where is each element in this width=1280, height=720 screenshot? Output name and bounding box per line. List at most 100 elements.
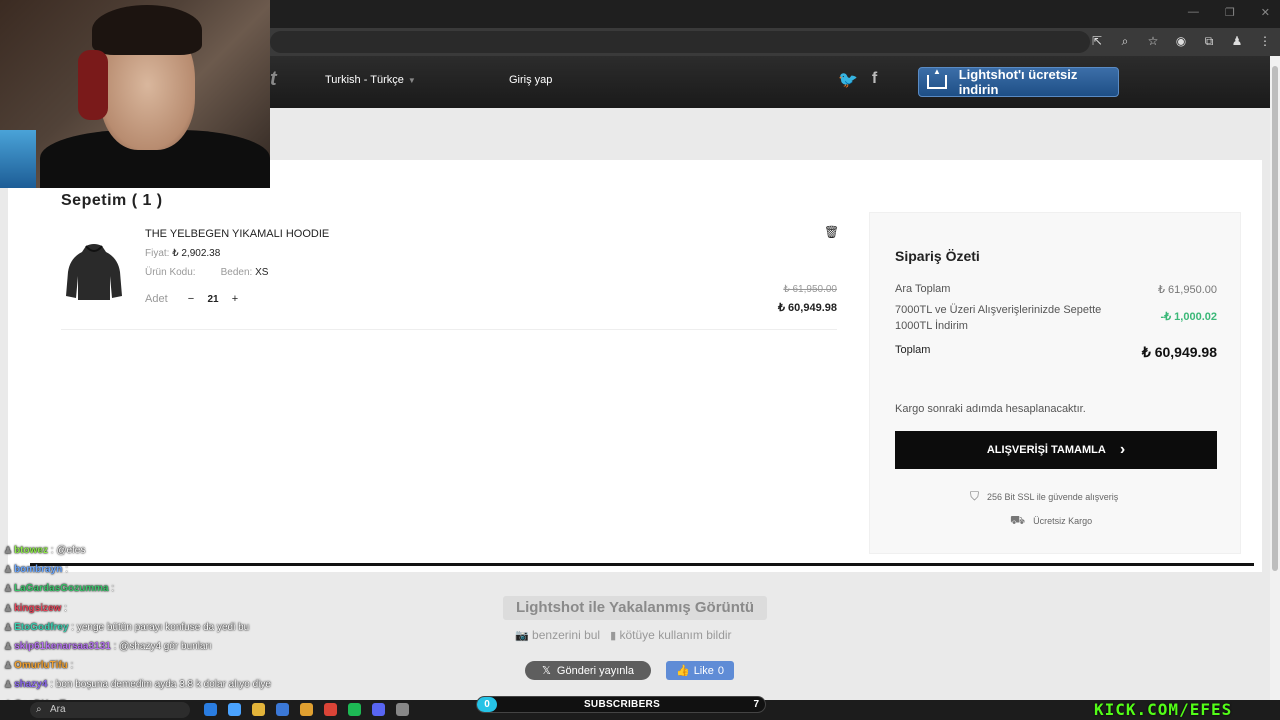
checkout-button-label: ALIŞVERİŞİ TAMAMLA xyxy=(986,444,1106,456)
chat-username[interactable]: btowez xyxy=(14,545,48,556)
size-value: XS xyxy=(255,267,269,278)
chevron-down-icon: ▼ xyxy=(407,76,416,85)
screenshot-image: Sepetim ( 1 ) THE YELBEGEN YIKAMALI HOOD… xyxy=(8,160,1262,572)
chat-message: ♟ shazy4 : bon boşuna demedim ayda 3.8 k … xyxy=(4,675,304,694)
summary-title: Sipariş Özeti xyxy=(895,248,980,264)
chat-username[interactable]: LaGardasGozumma xyxy=(14,583,108,594)
chat-separator: : xyxy=(62,564,68,576)
quantity-stepper: Adet − 21 + xyxy=(145,293,241,305)
edge-icon[interactable] xyxy=(228,703,241,716)
user-badge-icon: ♟ xyxy=(4,602,13,613)
discount-value: -₺ 1,000.02 xyxy=(1160,311,1217,323)
size-label: Beden: xyxy=(220,267,253,278)
subtotal-row: Ara Toplam ₺ 61,950.00 xyxy=(895,283,1217,296)
lightshot-logo[interactable]: t xyxy=(270,68,277,91)
facebook-like-button[interactable]: 👍 Like 0 xyxy=(666,661,734,680)
discord-icon[interactable] xyxy=(372,703,385,716)
increase-quantity-button[interactable]: + xyxy=(229,293,241,305)
page-scrollbar[interactable] xyxy=(1270,56,1280,700)
trash-icon[interactable]: 🗑 xyxy=(824,225,839,239)
chat-message-text: yenge bütün parayı konfuse da yedi bu xyxy=(76,621,250,633)
minimize-button[interactable]: — xyxy=(1188,6,1199,19)
kick-channel-url: KICK.COM/EFES xyxy=(1094,700,1233,719)
install-app-icon[interactable]: ⇱ xyxy=(1090,34,1104,49)
spotify-icon[interactable] xyxy=(348,703,361,716)
chat-separator: : xyxy=(47,679,56,691)
download-button[interactable]: Lightshot'ı ücretsiz indirin xyxy=(918,67,1119,97)
chrome-icon[interactable] xyxy=(324,703,337,716)
settings-icon[interactable] xyxy=(396,703,409,716)
total-row: Toplam ₺ 60,949.98 xyxy=(895,344,1217,361)
discounted-line-total: ₺ 60,949.98 xyxy=(778,302,837,314)
user-badge-icon: ♟ xyxy=(4,583,13,594)
menu-icon[interactable]: ⋮ xyxy=(1258,34,1272,49)
chat-message: ♟ EtoGodfrey : yenge bütün parayı konfuse… xyxy=(4,618,304,637)
download-button-label: Lightshot'ı ücretsiz indirin xyxy=(958,67,1078,97)
chevron-right-icon: › xyxy=(1119,441,1126,458)
twitter-icon[interactable]: 🐦 xyxy=(838,70,858,90)
chat-separator: : xyxy=(110,641,120,653)
chat-message: ♟ skip61kenarsaa3131 : @shazy4 gör bunlar… xyxy=(4,637,304,656)
social-links: 🐦 f xyxy=(838,70,877,90)
tweet-button[interactable]: 𝕏 Gönderi yayınla xyxy=(525,661,651,680)
taskbar-search[interactable]: ⌕ Ara xyxy=(30,702,190,718)
find-similar-link[interactable]: 📷 benzerini bul xyxy=(515,628,600,642)
mail-icon[interactable] xyxy=(276,703,289,716)
original-line-total: ₺ 61,950.00 xyxy=(783,284,837,295)
webcam-overlay xyxy=(0,0,270,188)
search-icon: ⌕ xyxy=(36,704,42,715)
decrease-quantity-button[interactable]: − xyxy=(185,293,197,305)
quantity-label: Adet xyxy=(145,293,168,305)
subtotal-label: Ara Toplam xyxy=(895,283,951,295)
lightshot-caption: Lightshot ile Yakalanmış Görüntü xyxy=(503,596,767,620)
chat-username[interactable]: skip61kenarsaa3131 xyxy=(14,641,111,652)
chat-message-text: bon boşuna demedim ayda 3.8 k dolar alıy… xyxy=(55,679,271,691)
truck-icon: ⛟ xyxy=(1010,513,1026,527)
subtotal-value: ₺ 61,950.00 xyxy=(1158,284,1217,296)
download-icon xyxy=(927,67,947,89)
maximize-button[interactable]: ❐ xyxy=(1225,6,1235,19)
profile-icon[interactable]: ♟ xyxy=(1230,34,1244,49)
windows-start-icon[interactable] xyxy=(204,703,217,716)
report-abuse-label: kötüye kullanım bildir xyxy=(619,628,732,642)
chat-username[interactable]: shazy4 xyxy=(14,679,47,690)
chat-username[interactable]: kingsizew xyxy=(14,603,61,614)
like-count: 0 xyxy=(717,664,724,677)
product-image[interactable] xyxy=(66,242,122,302)
price-label: Fiyat: xyxy=(145,248,170,259)
scrollbar-thumb[interactable] xyxy=(1272,66,1278,571)
cart-title: Sepetim ( 1 ) xyxy=(61,192,163,209)
product-name[interactable]: THE YELBEGEN YIKAMALI HOODIE xyxy=(145,228,329,240)
thumbs-up-icon: 👍 xyxy=(675,665,690,677)
extension-icon[interactable]: ◉ xyxy=(1174,34,1188,49)
login-link[interactable]: Giriş yap xyxy=(509,74,552,86)
report-abuse-link[interactable]: ▮ kötüye kullanım bildir xyxy=(610,628,731,642)
find-similar-label: benzerini bul xyxy=(532,628,601,642)
language-selector[interactable]: Turkish - Türkçe ▼ xyxy=(325,74,416,86)
total-label: Toplam xyxy=(895,344,931,356)
taskbar-search-placeholder: Ara xyxy=(50,704,66,715)
webcam-lamp xyxy=(0,130,36,188)
free-cargo-badge: ⛟ Ücretsiz Kargo xyxy=(1010,513,1092,529)
chat-username[interactable]: OmurluTifu xyxy=(14,660,68,671)
order-summary: Sipariş Özeti Ara Toplam ₺ 61,950.00 700… xyxy=(869,212,1241,554)
file-explorer-icon[interactable] xyxy=(252,703,265,716)
user-badge-icon: ♟ xyxy=(4,621,13,632)
folder-icon[interactable] xyxy=(300,703,313,716)
x-logo-icon: 𝕏 xyxy=(542,665,551,677)
subscriber-goal-bar: 0 SUBSCRIBERS 7 xyxy=(476,696,766,713)
address-bar[interactable] xyxy=(270,31,1090,53)
discount-row: 7000TL ve Üzeri Alışverişlerinizde Sepet… xyxy=(895,302,1217,334)
zoom-icon[interactable]: ⌕ xyxy=(1118,34,1132,49)
price-value: ₺ 2,902.38 xyxy=(172,248,221,259)
close-button[interactable]: ✕ xyxy=(1261,6,1270,19)
product-code-row: Ürün Kodu: Beden: XS xyxy=(145,267,268,278)
chat-username[interactable]: EtoGodfrey xyxy=(14,622,68,633)
checkout-button[interactable]: ALIŞVERİŞİ TAMAMLA › xyxy=(895,431,1217,469)
subscriber-label: SUBSCRIBERS xyxy=(583,699,661,710)
facebook-icon[interactable]: f xyxy=(872,70,877,90)
shield-icon: ⛉ xyxy=(970,489,980,503)
extensions-puzzle-icon[interactable]: ⧉ xyxy=(1202,34,1216,49)
bookmark-star-icon[interactable]: ☆ xyxy=(1146,34,1160,49)
chat-username[interactable]: bombrayn xyxy=(14,564,62,575)
